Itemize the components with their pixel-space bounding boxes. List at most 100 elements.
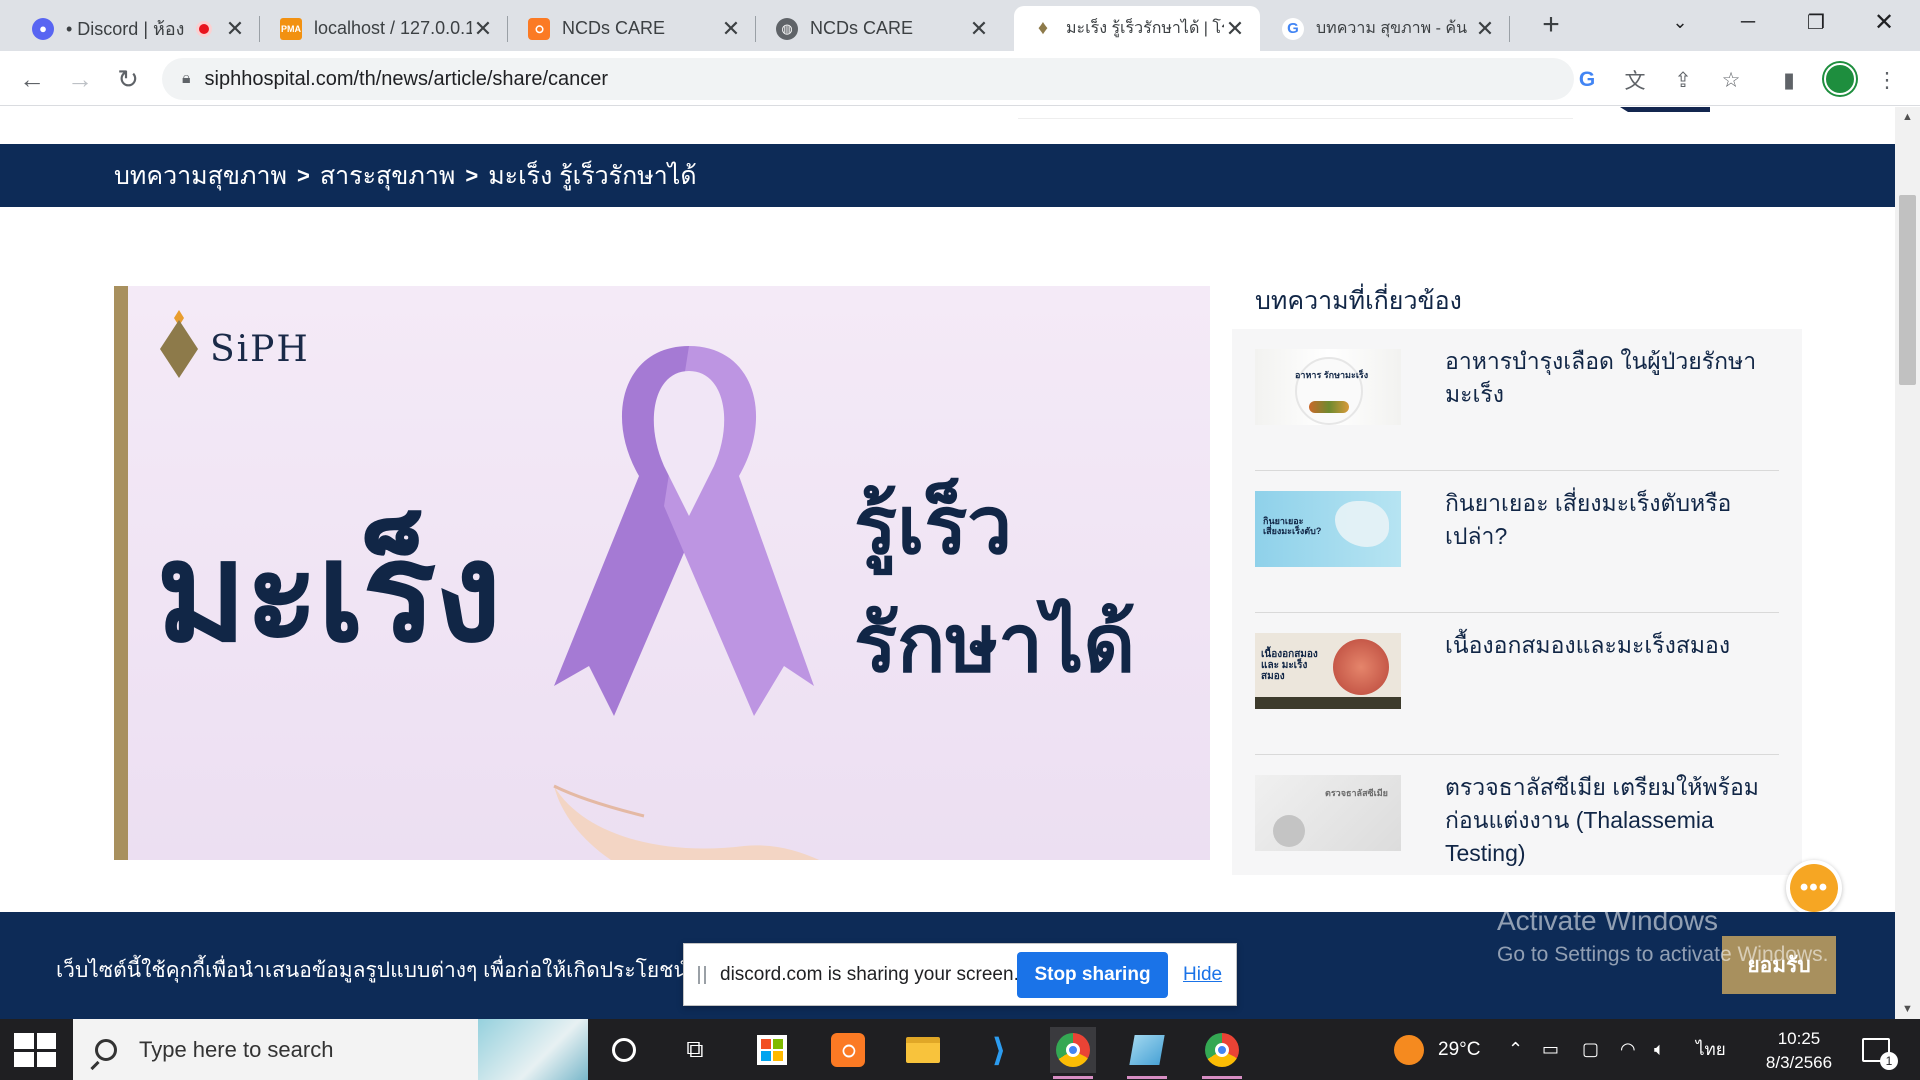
related-article-item[interactable]: กินยาเยอะ เสี่ยงมะเร็งตับ? กินยาเยอะ เสี… — [1255, 471, 1779, 613]
xampp-icon: ഠ — [528, 17, 550, 40]
url-text[interactable]: siphhospital.com/th/news/article/share/c… — [205, 68, 609, 91]
page-scrollbar[interactable]: ▲ ▼ — [1895, 107, 1920, 1019]
scrollbar-thumb[interactable] — [1899, 195, 1916, 385]
minimize-button[interactable]: ─ — [1718, 0, 1778, 44]
notepad-icon[interactable] — [1124, 1027, 1170, 1079]
tab-google-search[interactable]: G บทความ สุขภาพ - ค้น ✕ — [1264, 6, 1510, 51]
search-highlight-image — [478, 1019, 588, 1080]
weather-widget[interactable]: 29°C — [1394, 1019, 1480, 1080]
lock-icon[interactable]: 🔒︎ — [182, 70, 191, 88]
cortana-icon[interactable] — [601, 1027, 647, 1073]
new-tab-button[interactable]: + — [1536, 8, 1566, 41]
article-title[interactable]: เนื้องอกสมองและมะเร็งสมอง — [1445, 629, 1775, 662]
close-icon[interactable]: ✕ — [1224, 16, 1246, 41]
tab-title: บทความ สุขภาพ - ค้น — [1316, 20, 1468, 37]
tab-title: NCDs CARE — [810, 18, 914, 38]
notification-center-icon[interactable]: 1 — [1862, 1019, 1898, 1080]
reload-icon[interactable]: ↻ — [110, 61, 146, 97]
article-thumbnail[interactable]: กินยาเยอะ เสี่ยงมะเร็งตับ? — [1255, 491, 1401, 567]
wifi-icon[interactable]: ◠ — [1620, 1019, 1636, 1080]
meet-now-icon[interactable]: ▢ — [1582, 1019, 1599, 1080]
more-menu-icon[interactable]: ⋮ — [1874, 67, 1900, 93]
article-title[interactable]: อาหารบำรุงเลือด ในผู้ป่วยรักษามะเร็ง — [1445, 345, 1775, 411]
windows-activation-watermark: Activate Windows Go to Settings to activ… — [1497, 905, 1829, 967]
related-articles-list: อาหาร รักษามะเร็ง อาหารบำรุงเลือด ในผู้ป… — [1232, 329, 1802, 875]
sun-icon — [1394, 1034, 1424, 1065]
tab-title: • Discord | ห้อง — [66, 19, 185, 39]
browser-toolbar: ← → ↻ 🔒︎ siphhospital.com/th/news/articl… — [0, 51, 1920, 106]
notification-count: 1 — [1880, 1051, 1898, 1070]
related-article-item[interactable]: เนื้องอกสมอง และ มะเร็งสมอง เนื้องอกสมอง… — [1255, 613, 1779, 755]
article-title[interactable]: กินยาเยอะ เสี่ยงมะเร็งตับหรือเปล่า? — [1445, 487, 1775, 553]
tab-title: มะเร็ง รู้เร็วรักษาได้ | โร — [1066, 20, 1224, 37]
restore-button[interactable]: ❐ — [1786, 0, 1846, 44]
tab-discord[interactable]: ● • Discord | ห้อง ✕ — [14, 6, 260, 51]
related-articles-title: บทความที่เกี่ยวข้อง — [1255, 287, 1462, 315]
chrome-profile-taskbar-icon[interactable] — [1199, 1027, 1245, 1079]
taskbar-search-box[interactable]: Type here to search — [73, 1019, 588, 1080]
side-panel-icon[interactable]: ▮ — [1776, 67, 1802, 93]
scroll-up-arrow-icon[interactable]: ▲ — [1895, 107, 1920, 127]
bookmark-star-icon[interactable]: ☆ — [1718, 67, 1744, 93]
tab-ncds-care-1[interactable]: ഠ NCDs CARE ✕ — [510, 6, 756, 51]
watermark-line-2: Go to Settings to activate Windows. — [1497, 943, 1829, 966]
close-icon[interactable]: ✕ — [1474, 16, 1496, 41]
tab-localhost[interactable]: PMA localhost / 127.0.0.1 ✕ — [262, 6, 508, 51]
windows-start-icon[interactable] — [14, 1033, 56, 1067]
vscode-icon[interactable]: ⟩ — [976, 1027, 1022, 1073]
thumbnail-caption: อาหาร รักษามะเร็ง — [1295, 370, 1369, 380]
article-thumbnail[interactable]: เนื้องอกสมอง และ มะเร็งสมอง — [1255, 633, 1401, 709]
clock-date: 8/3/2566 — [1765, 1053, 1833, 1072]
search-placeholder: Type here to search — [139, 1036, 334, 1062]
chrome-taskbar-icon[interactable] — [1050, 1027, 1096, 1079]
address-bar[interactable]: 🔒︎ siphhospital.com/th/news/article/shar… — [162, 58, 1574, 100]
siph-logo: SiPH — [160, 310, 310, 378]
tab-search-icon[interactable]: ⌄ — [1650, 0, 1710, 44]
show-hidden-icons[interactable]: ⌃ — [1508, 1019, 1523, 1080]
file-explorer-icon[interactable] — [900, 1027, 946, 1073]
tab-ncds-care-2[interactable]: ◍ NCDs CARE ✕ — [758, 6, 1004, 51]
scroll-down-arrow-icon[interactable]: ▼ — [1895, 999, 1920, 1019]
article-thumbnail[interactable]: อาหาร รักษามะเร็ง — [1255, 349, 1401, 425]
battery-icon[interactable]: ▭ — [1542, 1019, 1559, 1080]
share-message: discord.com is sharing your screen. — [720, 963, 1019, 985]
breadcrumb: บทความสุขภาพ > สาระสุขภาพ > มะเร็ง รู้เร… — [0, 144, 1895, 207]
related-article-item[interactable]: อาหาร รักษามะเร็ง อาหารบำรุงเลือด ในผู้ป… — [1255, 329, 1779, 471]
close-icon[interactable]: ✕ — [224, 16, 246, 41]
breadcrumb-separator: > — [465, 162, 479, 188]
microsoft-store-icon[interactable] — [749, 1027, 795, 1073]
weather-temperature: 29°C — [1438, 1038, 1481, 1060]
close-window-button[interactable]: ✕ — [1854, 0, 1914, 44]
article-thumbnail[interactable]: ตรวจธาลัสซีเมีย — [1255, 775, 1401, 851]
task-view-icon[interactable]: ⧉ — [672, 1027, 718, 1073]
google-icon: G — [1282, 17, 1304, 40]
article-title[interactable]: ตรวจธาลัสซีเมีย เตรียมให้พร้อมก่อนแต่งงา… — [1445, 771, 1775, 870]
related-article-item[interactable]: ตรวจธาลัสซีเมีย ตรวจธาลัสซีเมีย เตรียมให… — [1255, 755, 1779, 897]
close-icon[interactable]: ✕ — [968, 16, 990, 41]
awareness-ribbon-icon — [554, 346, 814, 716]
share-icon[interactable]: ⇪ — [1670, 67, 1696, 93]
translate-icon[interactable]: 文 — [1622, 67, 1648, 93]
thumbnail-caption: กินยาเยอะ เสี่ยงมะเร็งตับ? — [1263, 516, 1322, 536]
breadcrumb-current: มะเร็ง รู้เร็วรักษาได้ — [488, 161, 697, 190]
cookie-message: เว็บไซต์นี้ใช้คุกกี้เพื่อนำเสนอข้อมูลรูป… — [56, 959, 688, 982]
hand-illustration — [553, 784, 820, 860]
close-icon[interactable]: ✕ — [720, 16, 742, 41]
taskbar-clock[interactable]: 10:25 8/3/2566 — [1756, 1027, 1842, 1075]
volume-icon[interactable]: 🔈︎ — [1654, 1019, 1665, 1080]
windows-taskbar: Type here to search ⧉ ഠ ⟩ 29°C ⌃ ▭ ▢ ◠ 🔈… — [0, 1019, 1920, 1080]
breadcrumb-health-info[interactable]: สาระสุขภาพ — [320, 156, 456, 196]
tab-cancer-article[interactable]: ♦ มะเร็ง รู้เร็วรักษาได้ | โร ✕ — [1014, 6, 1260, 51]
close-icon[interactable]: ✕ — [472, 16, 494, 41]
xampp-taskbar-icon[interactable]: ഠ — [825, 1027, 871, 1073]
google-lens-icon[interactable]: G — [1574, 67, 1600, 93]
profile-avatar[interactable] — [1824, 63, 1856, 95]
breadcrumb-health-articles[interactable]: บทความสุขภาพ — [114, 156, 287, 196]
input-language[interactable]: ไทย — [1696, 1019, 1726, 1080]
back-icon[interactable]: ← — [14, 61, 50, 97]
forward-icon[interactable]: → — [62, 61, 98, 97]
hide-banner-link[interactable]: Hide — [1183, 964, 1222, 986]
stop-sharing-button[interactable]: Stop sharing — [1017, 952, 1168, 998]
drag-handle-icon[interactable] — [698, 965, 706, 984]
clock-time: 10:25 — [1777, 1029, 1821, 1048]
